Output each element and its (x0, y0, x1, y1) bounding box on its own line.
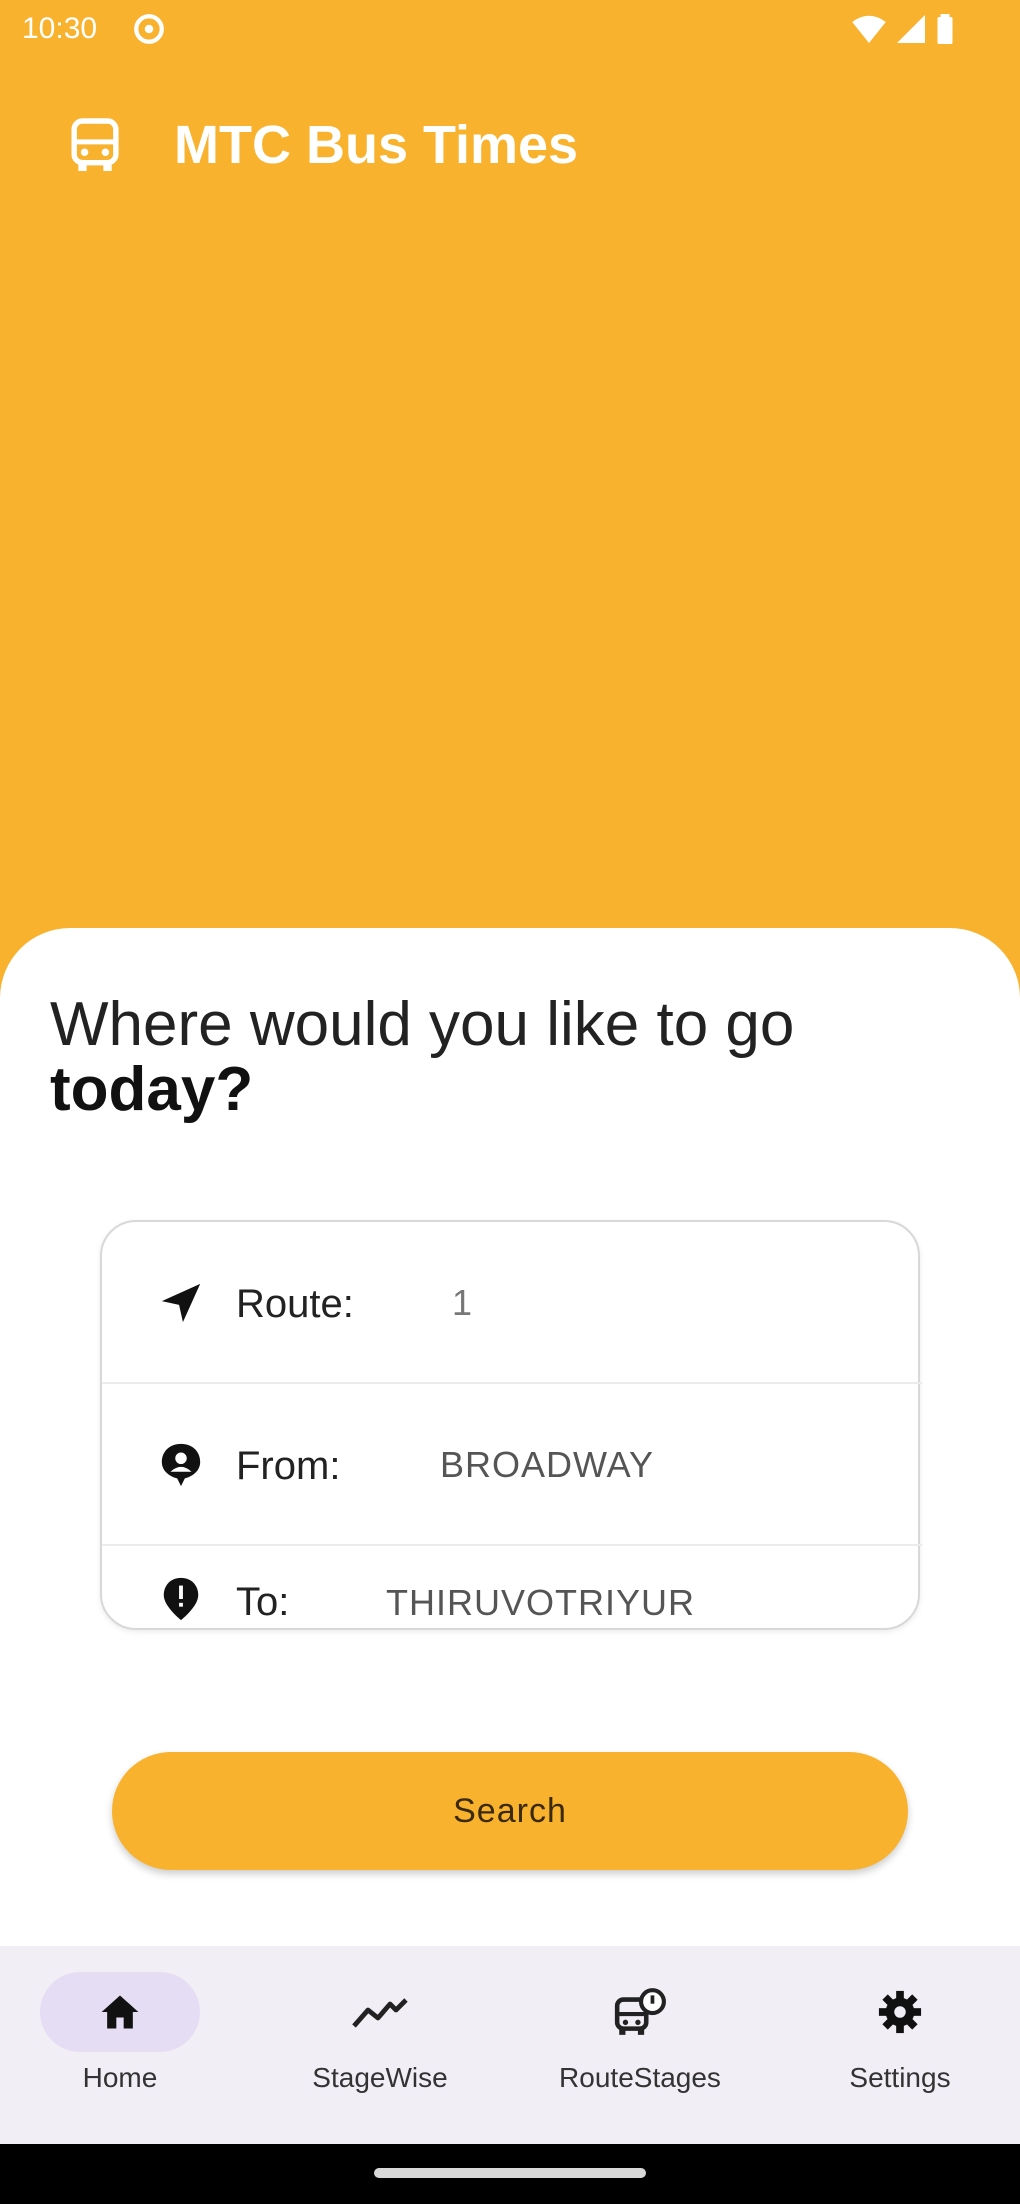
nav-active-indicator (40, 1972, 200, 2052)
nav-item-stagewise[interactable]: StageWise (255, 1972, 505, 2132)
nav-item-settings[interactable]: Settings (775, 1972, 1020, 2132)
nav-label-stagewise: StageWise (312, 2062, 448, 2093)
nav-pill-routestages (560, 1972, 720, 2052)
location-pin-icon (163, 1577, 199, 1621)
headline: Where would you like to go today? (50, 992, 970, 1122)
to-value[interactable]: THIRUVOTRIYUR (386, 1582, 695, 1624)
nav-pill-stagewise (300, 1972, 460, 2052)
battery-icon (937, 14, 953, 44)
wifi-icon (852, 15, 886, 43)
status-bar: 10:30 (0, 0, 1020, 60)
route-value[interactable]: 1 (452, 1282, 473, 1324)
nav-pill-settings (820, 1972, 980, 2052)
bus-icon (71, 118, 119, 171)
route-label: Route: (236, 1282, 354, 1326)
status-time: 10:30 (22, 12, 98, 45)
from-field[interactable]: From: BROADWAY (102, 1384, 922, 1546)
app-title: MTC Bus Times (174, 115, 579, 175)
search-button[interactable]: Search (112, 1752, 908, 1870)
signal-icon (897, 15, 925, 43)
from-value[interactable]: BROADWAY (440, 1444, 654, 1486)
gesture-handle[interactable] (374, 2168, 646, 2178)
route-bus-icon (614, 1988, 666, 2035)
nav-label-home: Home (82, 2062, 158, 2093)
system-gesture-area (0, 2144, 1020, 2204)
home-icon (101, 1995, 139, 2029)
trending-icon (352, 1998, 408, 2028)
navigation-arrow-icon (161, 1283, 201, 1323)
nav-item-routestages[interactable]: RouteStages (515, 1972, 765, 2132)
to-field[interactable]: To: THIRUVOTRIYUR (102, 1546, 922, 1630)
route-field[interactable]: Route: 1 (102, 1222, 922, 1384)
trip-form-card: Route: 1 From: BROADWAY To: THIRUVOTRIYU… (100, 1220, 922, 1630)
bottom-nav: Home StageWise RouteStages Settings (0, 1946, 1020, 2144)
status-icons (852, 14, 954, 44)
from-label: From: (236, 1444, 341, 1488)
settings-icon (134, 14, 164, 44)
nav-item-home[interactable]: Home (0, 1972, 245, 2132)
app-bar: MTC Bus Times (0, 100, 1020, 196)
to-label: To: (236, 1580, 290, 1624)
nav-label-settings: Settings (849, 2062, 951, 2093)
headline-line1: Where would you like to go (50, 990, 795, 1059)
settings-icon (878, 1990, 922, 2034)
person-pin-icon (161, 1443, 201, 1487)
nav-label-routestages: RouteStages (559, 2062, 721, 2093)
headline-line2: today? (50, 1055, 254, 1125)
